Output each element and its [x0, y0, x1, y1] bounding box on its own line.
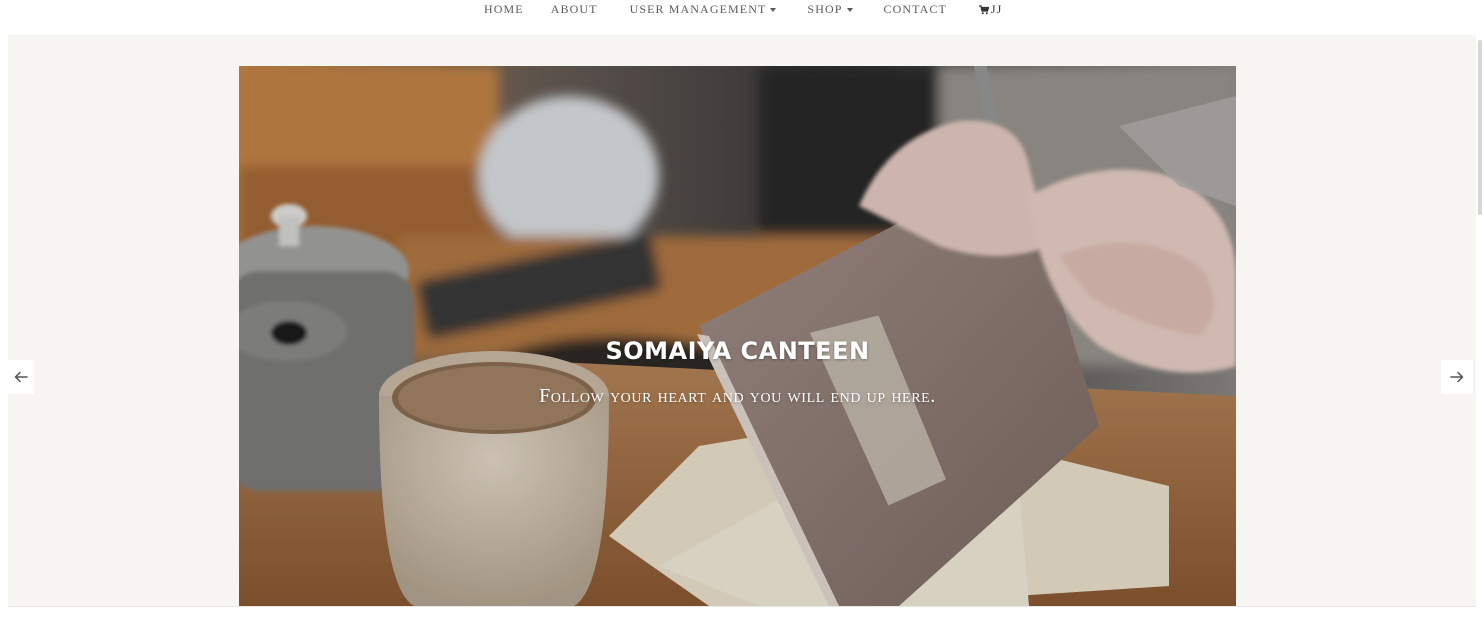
nav-shop-label: Shop	[807, 2, 843, 16]
nav-user-management-label: User Management	[629, 2, 767, 16]
nav-about-link[interactable]: About	[551, 2, 598, 17]
nav-home-link[interactable]: Home	[484, 2, 524, 17]
carousel-next-button[interactable]	[1441, 360, 1473, 394]
nav-contact-link[interactable]: Contact	[884, 2, 947, 17]
page-scrollbar-thumb[interactable]	[1478, 40, 1482, 215]
hero-title: SOMAIYA CANTEEN	[605, 337, 870, 365]
nav-user-management-dropdown[interactable]: User Management	[630, 2, 777, 17]
caret-down-icon	[770, 8, 777, 12]
cart-user-label: JJ	[990, 2, 1003, 16]
nav-shop-dropdown[interactable]: Shop	[807, 2, 853, 17]
cart-icon	[978, 4, 989, 14]
hero-subtitle: Follow your heart and you will end up he…	[539, 385, 936, 407]
arrow-left-icon	[14, 371, 28, 383]
caret-down-icon	[846, 8, 853, 12]
top-navigation: Home About User Management Shop Contact …	[0, 0, 1484, 35]
cart-link[interactable]: JJ	[978, 2, 1003, 17]
arrow-right-icon	[1450, 371, 1464, 383]
nav-menu: Home About User Management Shop Contact …	[484, 2, 1002, 17]
section-divider	[8, 606, 1476, 607]
hero-carousel-slide: SOMAIYA CANTEEN Follow your heart and yo…	[239, 66, 1236, 606]
carousel-prev-button[interactable]	[8, 360, 34, 394]
cafe-photo-image	[239, 66, 1236, 606]
